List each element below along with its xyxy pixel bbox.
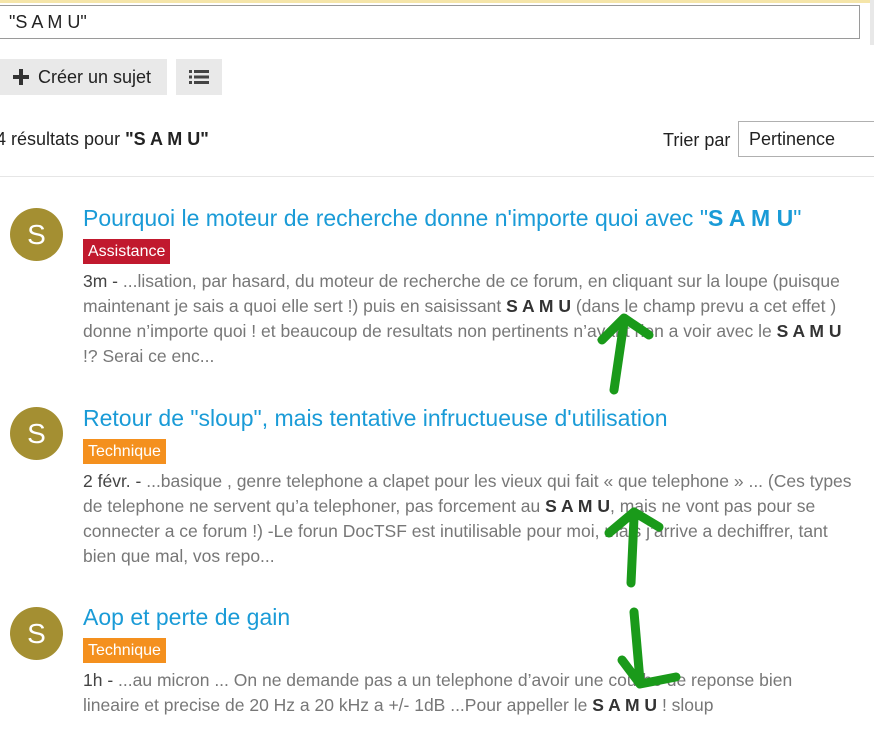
excerpt-text: !? Serai ce enc... <box>83 346 215 366</box>
excerpt-text: ! sloup <box>657 695 714 715</box>
excerpt-highlight: S A M U <box>776 321 842 341</box>
top-accent-bar <box>0 0 874 3</box>
results-count-prefix: 4 résultats pour <box>0 129 126 149</box>
excerpt-highlight: S A M U <box>592 695 658 715</box>
result-title-link[interactable]: Retour de "sloup", mais tentative infruc… <box>83 405 668 432</box>
result-excerpt: 2 févr. - ...basique , genre telephone a… <box>83 469 853 569</box>
sort-select[interactable]: Pertinence <box>738 121 874 157</box>
divider <box>0 176 874 177</box>
list-icon <box>189 70 209 84</box>
excerpt-highlight: S A M U <box>506 296 571 316</box>
result-title-link[interactable]: Aop et perte de gain <box>83 604 290 631</box>
result-date: 3m - <box>83 271 123 291</box>
avatar[interactable]: S <box>10 208 63 261</box>
result-excerpt: 3m - ...lisation, par hasard, du moteur … <box>83 269 853 369</box>
results-count: 4 résultats pour "S A M U" <box>0 129 209 150</box>
result-title-highlight: S A M U <box>708 205 794 231</box>
category-badge[interactable]: Technique <box>83 638 166 663</box>
list-view-button[interactable] <box>176 59 222 95</box>
results-query: "S A M U" <box>125 129 209 149</box>
sort-label: Trier par <box>663 130 731 150</box>
avatar[interactable]: S <box>10 407 63 460</box>
result-title-text: Pourquoi le moteur de recherche donne n'… <box>83 205 708 231</box>
result-title-text: Retour de "sloup", mais tentative infruc… <box>83 405 668 431</box>
excerpt-highlight: S A M U <box>545 496 610 516</box>
category-badge[interactable]: Assistance <box>83 239 171 264</box>
result-title-text: Aop et perte de gain <box>83 604 291 630</box>
result-title-end: " <box>793 205 802 231</box>
result-excerpt: 1h - ...au micron ... On ne demande pas … <box>83 668 853 718</box>
plus-icon <box>13 69 29 85</box>
search-input-edge <box>870 0 874 45</box>
search-input[interactable] <box>0 5 860 39</box>
result-date: 2 févr. - <box>83 471 147 491</box>
result-date: 1h - <box>83 670 119 690</box>
create-topic-button[interactable]: Créer un sujet <box>0 59 167 95</box>
category-badge[interactable]: Technique <box>83 439 166 464</box>
create-topic-label: Créer un sujet <box>38 66 152 87</box>
avatar[interactable]: S <box>10 607 63 660</box>
result-title-link[interactable]: Pourquoi le moteur de recherche donne n'… <box>83 205 801 232</box>
